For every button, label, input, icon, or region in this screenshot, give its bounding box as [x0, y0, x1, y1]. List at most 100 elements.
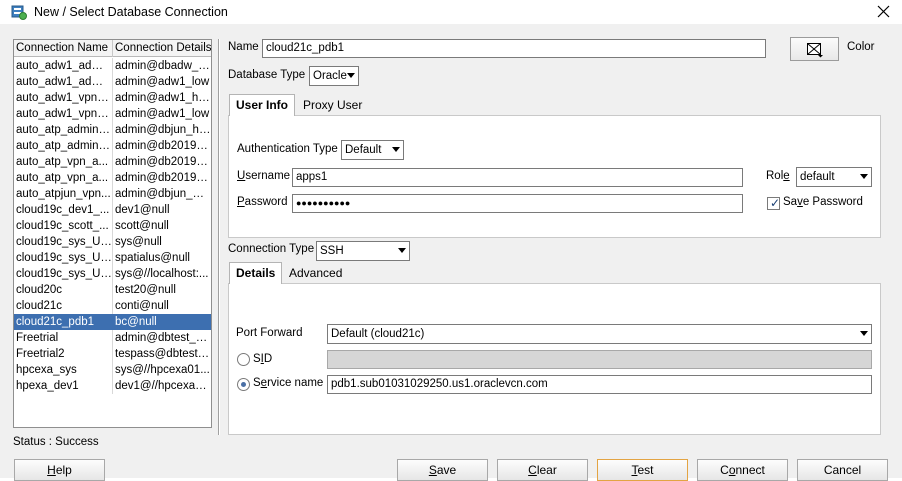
connection-row[interactable]: hpexa_dev1 dev1@//hpcexa0...: [14, 378, 211, 394]
sid-radio[interactable]: [237, 353, 250, 366]
tab-proxy-user[interactable]: Proxy User: [297, 95, 368, 117]
connection-name-cell: auto_atp_admin_...: [16, 138, 113, 154]
chevron-down-icon: [860, 174, 868, 179]
connection-details-cell: sys@//hpcexa01...: [115, 364, 210, 376]
connection-row[interactable]: cloud21c_pdb1 bc@null: [14, 314, 211, 330]
color-label: Color: [847, 41, 875, 53]
username-field[interactable]: apps1: [292, 168, 743, 187]
connection-row[interactable]: cloud19c_sys_US1 sys@null: [14, 234, 211, 250]
connection-name-cell: cloud19c_sys_US...: [16, 266, 113, 282]
password-field[interactable]: ●●●●●●●●●●: [292, 194, 743, 213]
connection-details-cell: admin@db20190...: [115, 156, 211, 168]
connection-name-cell: auto_adw1_admi...: [16, 74, 113, 90]
connection-row[interactable]: Freetrial2 tespass@dbtest_...: [14, 346, 211, 362]
connection-list[interactable]: Connection Name Connection Details auto_…: [13, 39, 212, 428]
authentication-type-select[interactable]: Default: [341, 140, 404, 160]
role-select[interactable]: default: [796, 167, 872, 187]
connection-row[interactable]: auto_adw1_admi... admin@adw1_low: [14, 74, 211, 90]
connection-type-select[interactable]: SSH: [316, 241, 410, 261]
tab-advanced[interactable]: Advanced: [283, 263, 348, 285]
connection-row[interactable]: auto_atp_admin_... admin@db20190...: [14, 138, 211, 154]
split-pane-divider[interactable]: [218, 39, 220, 435]
column-header-connection-name[interactable]: Connection Name: [14, 40, 113, 57]
chevron-down-icon: [860, 331, 868, 336]
connection-row[interactable]: cloud19c_dev1_... dev1@null: [14, 202, 211, 218]
column-header-connection-details[interactable]: Connection Details: [113, 40, 211, 57]
connection-name-cell: hpcexa_sys: [14, 362, 113, 378]
tab-details[interactable]: Details: [229, 262, 283, 284]
connection-name-cell: cloud19c_sys_US...: [16, 250, 113, 266]
tab-user-info[interactable]: User Info: [229, 94, 296, 116]
connection-name-cell: Freetrial2: [14, 346, 113, 362]
connection-name-cell: cloud21c_pdb1: [14, 314, 113, 330]
service-name-radio[interactable]: [237, 378, 250, 391]
connection-name-cell: auto_adw1_admi...: [16, 58, 113, 74]
service-name-field[interactable]: pdb1.sub01031029250.us1.oraclevcn.com: [327, 375, 872, 394]
connection-row[interactable]: auto_atp_admin_... admin@dbjun_high: [14, 122, 211, 138]
connection-details-cell: admin@dbjun_high: [115, 124, 211, 136]
connection-details-cell: bc@null: [115, 316, 157, 328]
save-password-checkbox[interactable]: ✓: [767, 196, 781, 210]
authentication-type-label: Authentication Type: [237, 143, 338, 155]
authentication-type-value: Default: [345, 144, 382, 156]
connection-row[interactable]: cloud20c test20@null: [14, 282, 211, 298]
connection-row[interactable]: cloud19c_scott_... scott@null: [14, 218, 211, 234]
connection-details-cell: sys@//localhost:...: [115, 268, 209, 280]
connection-details-cell: admin@db20190...: [115, 172, 211, 184]
database-type-select[interactable]: Oracle: [309, 66, 359, 86]
connection-details-cell: admin@adw1_low: [115, 108, 210, 120]
connection-details-cell: sys@null: [115, 236, 162, 248]
connection-details-cell: dev1@//hpcexa0...: [115, 380, 211, 392]
username-label: Username: [237, 170, 291, 182]
chevron-down-icon: [392, 147, 400, 152]
chevron-down-icon: [347, 73, 355, 78]
database-connection-icon: [11, 5, 27, 20]
connection-details-cell: admin@dbtest_high: [115, 332, 211, 344]
connection-row[interactable]: Freetrial admin@dbtest_high: [14, 330, 211, 346]
save-password-label: Save Password: [783, 196, 863, 208]
connection-details-cell: test20@null: [115, 284, 176, 296]
radio-selected-dot: [241, 382, 246, 387]
title-bar: New / Select Database Connection: [0, 0, 902, 24]
connection-name-cell: cloud19c_sys_US1: [16, 234, 113, 250]
connection-row[interactable]: auto_adw1_admi... admin@dbadw_high: [14, 58, 211, 74]
connection-name-cell: hpexa_dev1: [14, 378, 113, 394]
sid-field[interactable]: [327, 350, 872, 369]
connection-name-cell: cloud20c: [14, 282, 113, 298]
connection-details-cell: conti@null: [115, 300, 169, 312]
checkmark-icon: ✓: [770, 196, 781, 210]
connection-row[interactable]: cloud21c conti@null: [14, 298, 211, 314]
connection-row[interactable]: auto_adw1_vpn_... admin@adw1_high: [14, 90, 211, 106]
connection-row[interactable]: hpcexa_sys sys@//hpcexa01...: [14, 362, 211, 378]
service-name-label: Service name: [253, 377, 324, 389]
connection-details-cell: dev1@null: [115, 204, 170, 216]
database-type-value: Oracle: [313, 70, 347, 82]
connection-details-cell: scott@null: [115, 220, 169, 232]
connection-name-cell: Freetrial: [14, 330, 113, 346]
connection-row[interactable]: auto_atpjun_vpn... admin@dbjun_m...: [14, 186, 211, 202]
role-value: default: [800, 171, 835, 183]
connection-row[interactable]: auto_atp_vpn_a... admin@db20190...: [14, 170, 211, 186]
connection-details-cell: admin@adw1_low: [115, 76, 210, 88]
port-forward-value: Default (cloud21c): [331, 328, 425, 340]
connection-details-cell: admin@dbadw_high: [115, 60, 211, 72]
name-label: Name: [228, 41, 259, 53]
status-text: Status : Success: [13, 436, 99, 448]
color-picker-button[interactable]: [790, 37, 839, 61]
port-forward-label: Port Forward: [236, 327, 303, 339]
close-icon[interactable]: [871, 2, 897, 22]
connection-name-cell: auto_atp_admin_...: [16, 122, 113, 138]
sid-label: SID: [253, 353, 273, 365]
connection-name-cell: auto_atp_vpn_a...: [14, 170, 113, 186]
database-type-label: Database Type: [228, 69, 306, 81]
connection-details-cell: spatialus@null: [115, 252, 190, 264]
connection-name-cell: auto_atp_vpn_a...: [14, 154, 113, 170]
name-field[interactable]: cloud21c_pdb1: [262, 39, 766, 58]
connection-name-cell: auto_adw1_vpn_...: [16, 106, 113, 122]
connection-row[interactable]: cloud19c_sys_US... spatialus@null: [14, 250, 211, 266]
connection-row[interactable]: auto_atp_vpn_a... admin@db20190...: [14, 154, 211, 170]
connection-name-cell: cloud19c_dev1_...: [14, 202, 113, 218]
connection-row[interactable]: auto_adw1_vpn_... admin@adw1_low: [14, 106, 211, 122]
port-forward-select[interactable]: Default (cloud21c): [327, 324, 872, 344]
connection-row[interactable]: cloud19c_sys_US... sys@//localhost:...: [14, 266, 211, 282]
